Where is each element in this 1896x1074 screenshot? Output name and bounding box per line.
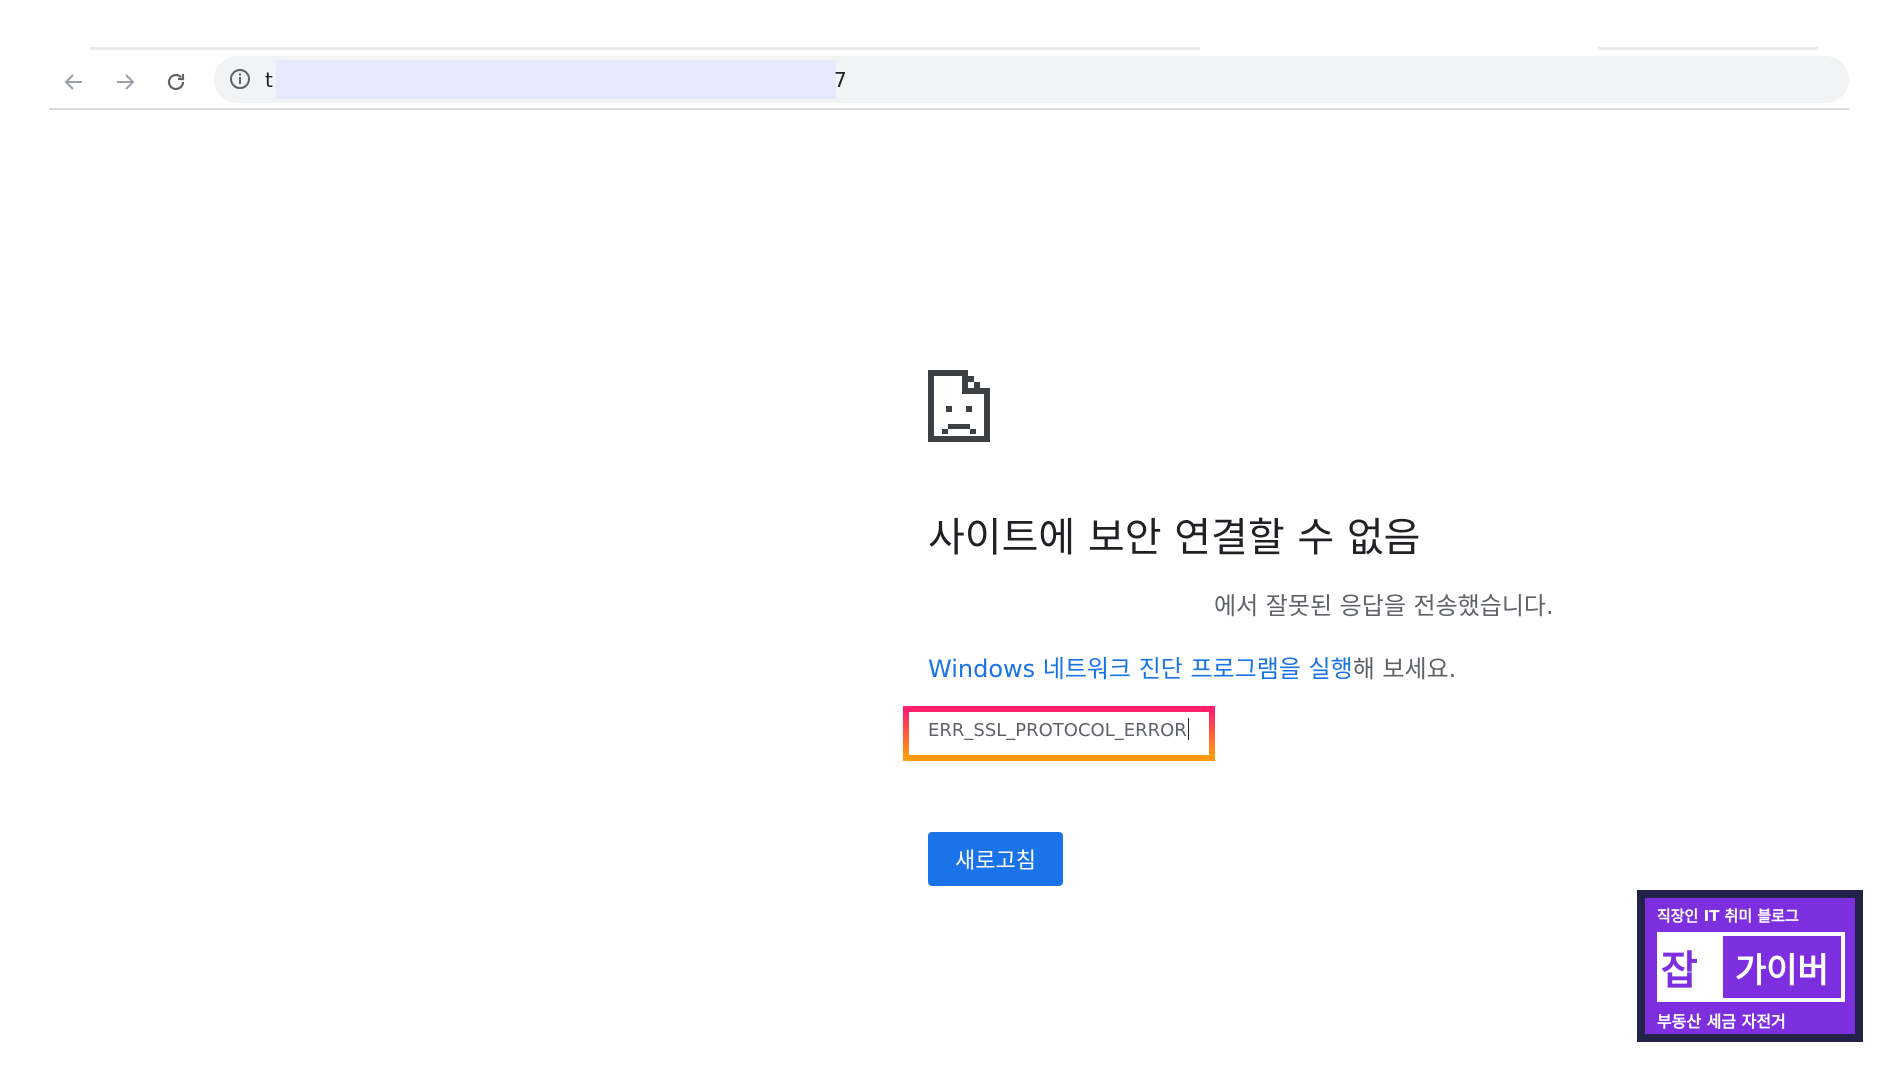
tab-strip-divider-right	[1598, 47, 1818, 50]
error-code: ERR_SSL_PROTOCOL_ERROR	[928, 718, 1189, 744]
reload-icon	[167, 73, 185, 91]
blog-watermark-logo: 직장인 IT 취미 블로그 잡 가이버 부동산 세금 자전거	[1637, 890, 1863, 1042]
url-redaction	[276, 60, 836, 99]
address-bar[interactable]: t 7	[214, 56, 1849, 103]
watermark-panel: 직장인 IT 취미 블로그 잡 가이버 부동산 세금 자전거	[1645, 898, 1855, 1034]
watermark-logo-left: 잡	[1661, 948, 1698, 994]
tab-strip-divider-left	[90, 47, 1200, 50]
text-caret	[1187, 718, 1189, 740]
sad-page-icon	[928, 370, 990, 442]
arrow-right-icon	[117, 74, 135, 90]
network-diagnostics-link[interactable]: Windows 네트워크 진단 프로그램을 실행	[928, 655, 1353, 683]
watermark-logo-right: 가이버	[1723, 936, 1841, 998]
arrow-left-icon	[64, 74, 82, 90]
reload-page-button[interactable]: 새로고침	[928, 832, 1063, 886]
error-title: 사이트에 보안 연결할 수 없음	[928, 515, 1421, 561]
suggestion-rest: 해 보세요.	[1352, 655, 1457, 683]
error-code-text: ERR_SSL_PROTOCOL_ERROR	[928, 720, 1187, 741]
watermark-logo-box: 잡 가이버	[1657, 932, 1845, 1002]
info-icon	[230, 69, 250, 89]
url-text-start: t	[265, 68, 273, 92]
forward-button[interactable]	[108, 65, 142, 99]
back-button[interactable]	[57, 65, 91, 99]
watermark-bottom-text: 부동산 세금 자전거	[1657, 1012, 1786, 1031]
site-info-button[interactable]	[227, 66, 253, 92]
watermark-top-text: 직장인 IT 취미 블로그	[1657, 907, 1799, 925]
error-suggestion: Windows 네트워크 진단 프로그램을 실행해 보세요.	[928, 653, 1456, 685]
url-text-end: 7	[834, 68, 847, 92]
error-description: 에서 잘못된 응답을 전송했습니다.	[1214, 592, 1554, 620]
reload-button[interactable]	[159, 65, 193, 99]
browser-toolbar: t 7	[49, 55, 1849, 110]
